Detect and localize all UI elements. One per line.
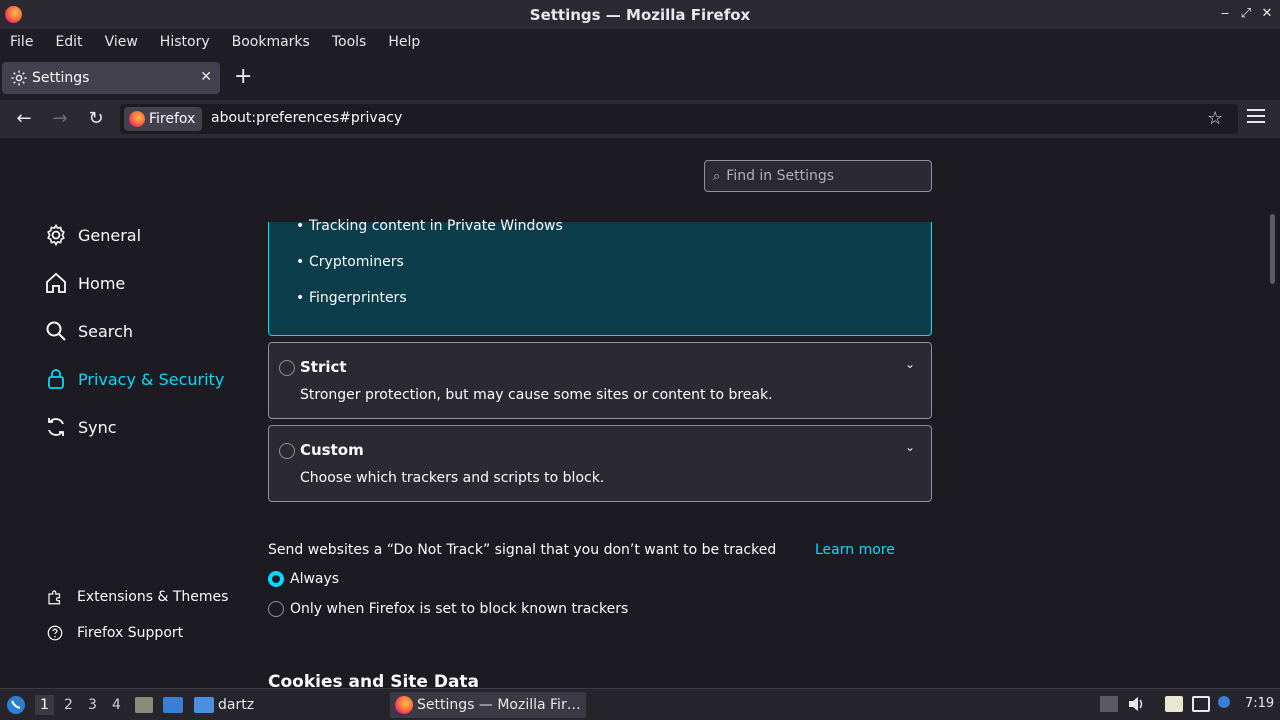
strict-radio[interactable] <box>279 360 295 376</box>
dnt-only-option[interactable]: Only when Firefox is set to block known … <box>268 601 628 617</box>
dnt-only-radio[interactable] <box>268 601 284 617</box>
system-taskbar: 1 2 3 4 dartz Settings — Mozilla Fir… 7:… <box>0 688 1280 720</box>
strict-description: Stronger protection, but may cause some … <box>300 387 773 403</box>
cookies-section-heading: Cookies and Site Data <box>268 672 480 688</box>
tab-close-icon[interactable]: ✕ <box>200 69 212 85</box>
identity-box[interactable]: Firefox <box>124 107 202 131</box>
file-manager-icon[interactable] <box>135 697 153 713</box>
workspace-3[interactable]: 3 <box>88 697 97 713</box>
search-icon: ⌕ <box>713 168 721 184</box>
firefox-logo-icon <box>5 6 22 23</box>
sidebar-footer-label: Extensions & Themes <box>77 589 229 605</box>
menu-bookmarks[interactable]: Bookmarks <box>232 34 310 50</box>
active-task-label: Settings — Mozilla Fir… <box>417 697 581 713</box>
workspace-1[interactable]: 1 <box>35 695 54 715</box>
menu-edit[interactable]: Edit <box>55 34 82 50</box>
minimize-button[interactable]: ‒ <box>1217 6 1233 21</box>
menu-file[interactable]: File <box>10 34 33 50</box>
workspace-4[interactable]: 4 <box>112 697 121 713</box>
standard-protection-box[interactable]: Tracking content in Private Windows Cryp… <box>268 218 932 336</box>
folder-label[interactable]: dartz <box>218 697 254 713</box>
app-menu-button[interactable] <box>1247 109 1265 127</box>
close-window-button[interactable]: ✕ <box>1259 6 1275 21</box>
bookmark-star-icon[interactable]: ☆ <box>1207 108 1223 129</box>
search-input[interactable] <box>726 168 917 184</box>
clipboard-icon[interactable] <box>1165 696 1183 712</box>
tray-updates-icon[interactable] <box>1100 696 1118 712</box>
strict-option[interactable]: Strict Stronger protection, but may caus… <box>268 342 932 419</box>
app-launcher-icon[interactable] <box>6 695 26 715</box>
menu-view[interactable]: View <box>105 34 138 50</box>
home-icon <box>46 272 66 293</box>
sidebar-item-home[interactable]: Home <box>44 271 125 295</box>
sidebar-item-label: Home <box>78 273 126 293</box>
window-title: Settings — Mozilla Firefox <box>529 5 751 24</box>
sidebar-item-label: Privacy & Security <box>78 369 225 389</box>
sidebar-item-label: Search <box>78 321 133 341</box>
dnt-always-radio[interactable] <box>268 571 284 587</box>
folder-icon[interactable] <box>194 697 214 713</box>
scrollbar-thumb[interactable] <box>1270 214 1275 284</box>
dnt-only-label: Only when Firefox is set to block known … <box>290 601 629 617</box>
sidebar-item-label: General <box>78 225 142 245</box>
list-item: Tracking content in Private Windows <box>296 218 563 234</box>
custom-title: Custom <box>300 441 364 459</box>
search-icon <box>46 321 66 341</box>
sidebar-item-sync[interactable]: Sync <box>44 415 117 439</box>
url-text[interactable]: about:preferences#privacy <box>211 110 402 126</box>
workspace-2[interactable]: 2 <box>64 697 73 713</box>
learn-more-link[interactable]: Learn more <box>815 542 895 558</box>
tab-bar: Settings ✕ <box>0 54 1280 100</box>
sidebar-item-label: Sync <box>78 417 117 437</box>
sidebar-item-privacy[interactable]: Privacy & Security <box>44 367 224 391</box>
menu-help[interactable]: Help <box>388 34 420 50</box>
gear-icon <box>11 70 27 86</box>
help-icon <box>47 625 63 641</box>
new-tab-button[interactable]: + <box>234 62 252 92</box>
desktop-icon[interactable] <box>163 697 183 713</box>
volume-icon[interactable] <box>1127 696 1145 712</box>
sidebar-item-general[interactable]: General <box>44 223 141 247</box>
sidebar-firefox-support[interactable]: Firefox Support <box>46 624 183 642</box>
chevron-down-icon[interactable]: ⌄ <box>905 357 915 371</box>
notification-icon[interactable] <box>1218 696 1230 708</box>
menu-bar: File Edit View History Bookmarks Tools H… <box>0 29 1280 54</box>
custom-option[interactable]: Custom Choose which trackers and scripts… <box>268 425 932 502</box>
sync-icon <box>48 418 64 436</box>
sidebar-item-search[interactable]: Search <box>44 319 133 343</box>
dnt-always-label: Always <box>290 571 340 587</box>
dnt-label: Send websites a “Do Not Track” signal th… <box>268 542 777 558</box>
firefox-task-icon <box>395 696 413 714</box>
list-item: Fingerprinters <box>296 290 407 306</box>
dnt-always-option[interactable]: Always <box>268 571 339 587</box>
menu-history[interactable]: History <box>160 34 210 50</box>
sidebar-footer-label: Firefox Support <box>77 625 184 641</box>
identity-label: Firefox <box>149 111 196 127</box>
custom-radio[interactable] <box>279 443 295 459</box>
custom-description: Choose which trackers and scripts to blo… <box>300 470 605 486</box>
clock[interactable]: 7:19 <box>1245 696 1274 711</box>
strict-title: Strict <box>300 358 347 376</box>
firefox-icon <box>129 111 145 127</box>
back-button[interactable]: ← <box>13 108 35 130</box>
tab-settings[interactable]: Settings ✕ <box>2 62 220 94</box>
forward-button[interactable]: → <box>49 108 71 130</box>
network-icon[interactable] <box>1192 696 1210 712</box>
gear-icon <box>47 223 65 247</box>
lock-icon <box>48 369 64 389</box>
settings-content: ⌕ General Home Search Privacy & Security… <box>0 138 1280 688</box>
tab-label: Settings <box>32 70 90 86</box>
maximize-button[interactable]: ⤢ <box>1238 6 1254 21</box>
sidebar-extensions-themes[interactable]: Extensions & Themes <box>46 588 228 606</box>
puzzle-icon <box>48 590 61 605</box>
menu-tools[interactable]: Tools <box>332 34 367 50</box>
reload-button[interactable]: ↻ <box>85 108 107 130</box>
chevron-down-icon[interactable]: ⌄ <box>905 440 915 454</box>
window-titlebar: Settings — Mozilla Firefox ‒ ⤢ ✕ <box>0 0 1280 29</box>
find-in-settings[interactable]: ⌕ <box>704 160 932 192</box>
list-item: Cryptominers <box>296 254 404 270</box>
